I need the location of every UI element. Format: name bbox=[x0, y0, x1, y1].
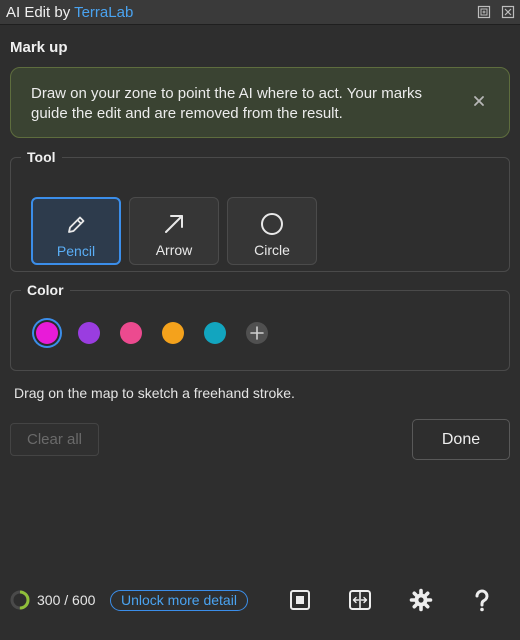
color-swatch-magenta[interactable] bbox=[36, 322, 58, 344]
circle-label: Circle bbox=[254, 242, 290, 258]
close-window-icon[interactable] bbox=[500, 4, 516, 20]
compare-icon[interactable] bbox=[347, 587, 373, 613]
unlock-more-detail-button[interactable]: Unlock more detail bbox=[110, 590, 248, 611]
circle-icon bbox=[259, 211, 285, 237]
add-color-icon[interactable] bbox=[246, 322, 268, 344]
close-icon[interactable] bbox=[469, 91, 489, 111]
tool-legend: Tool bbox=[27, 149, 56, 165]
done-button[interactable]: Done bbox=[412, 419, 510, 460]
help-icon[interactable] bbox=[469, 587, 495, 613]
arrow-icon bbox=[162, 211, 186, 237]
tool-hint: Drag on the map to sketch a freehand str… bbox=[14, 385, 295, 401]
color-legend: Color bbox=[27, 282, 64, 298]
pencil-label: Pencil bbox=[56, 243, 96, 259]
arrow-tool-button[interactable]: Arrow bbox=[129, 197, 219, 265]
footer-bar: 300 / 600 Unlock more detail bbox=[0, 582, 520, 618]
section-heading: Mark up bbox=[10, 39, 68, 56]
pencil-tool-button[interactable]: Pencil bbox=[31, 197, 121, 265]
info-banner: Draw on your zone to point the AI where … bbox=[10, 67, 510, 138]
color-swatch-purple[interactable] bbox=[78, 322, 100, 344]
title-prefix: AI Edit by bbox=[6, 3, 75, 21]
gear-icon[interactable] bbox=[408, 587, 434, 613]
quota-counter: 300 / 600 bbox=[37, 592, 96, 608]
pencil-icon bbox=[65, 212, 87, 238]
color-swatch-pink[interactable] bbox=[120, 322, 142, 344]
window-title: AI Edit by TerraLab bbox=[0, 4, 133, 21]
circle-tool-button[interactable]: Circle bbox=[227, 197, 317, 265]
tool-group: Tool Pencil Arrow Circle bbox=[10, 149, 510, 272]
stop-icon[interactable] bbox=[287, 587, 313, 613]
color-swatch-teal[interactable] bbox=[204, 322, 226, 344]
clear-all-button[interactable]: Clear all bbox=[10, 423, 99, 456]
quota-progress-ring bbox=[10, 590, 30, 610]
detach-panel-icon[interactable] bbox=[476, 4, 492, 20]
color-swatch-orange[interactable] bbox=[162, 322, 184, 344]
info-banner-text: Draw on your zone to point the AI where … bbox=[31, 85, 423, 122]
title-bar: AI Edit by TerraLab bbox=[0, 0, 520, 25]
color-group: Color bbox=[10, 282, 510, 371]
arrow-label: Arrow bbox=[155, 242, 193, 258]
title-brand: TerraLab bbox=[74, 3, 134, 21]
